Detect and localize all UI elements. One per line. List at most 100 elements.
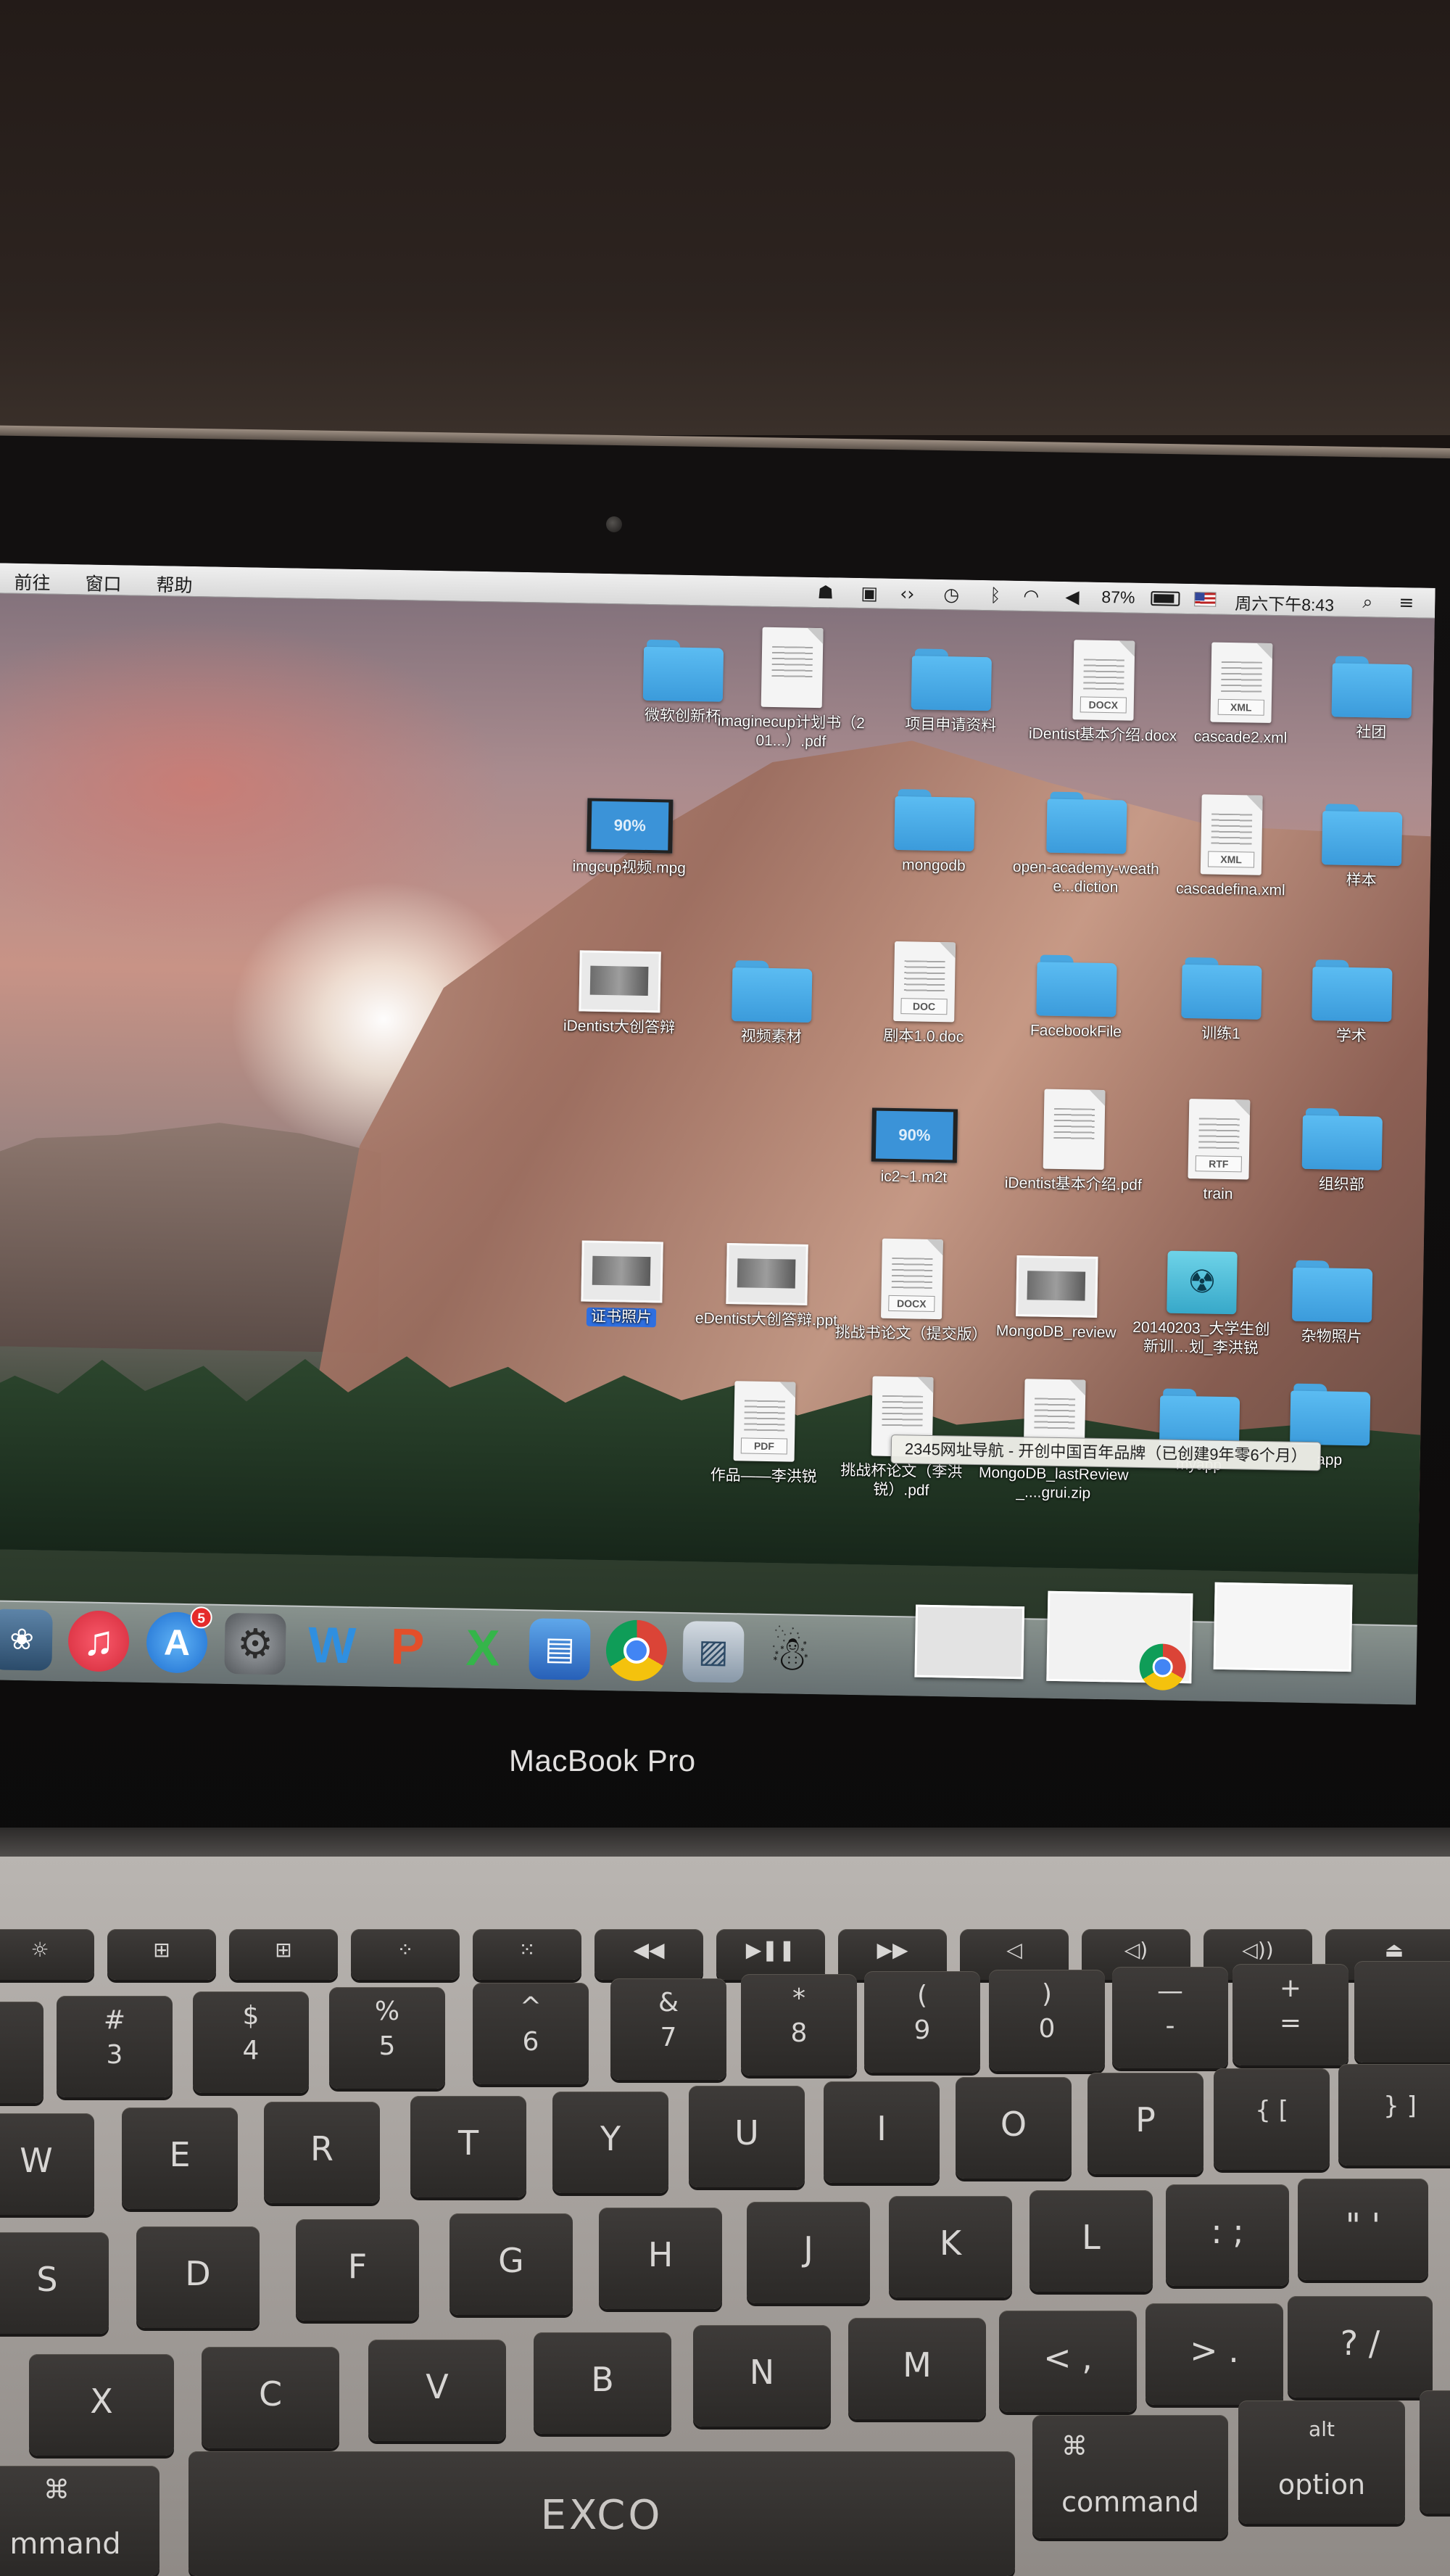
key-u[interactable]: U [689,2086,805,2187]
excel-icon[interactable]: X [452,1617,513,1678]
notification-center-icon[interactable]: ≡ [1399,592,1414,613]
key-f7[interactable]: ◀◀ [594,1929,703,1980]
menu-help[interactable]: 帮助 [156,571,193,598]
key-f[interactable]: F [296,2219,419,2321]
iphoto-icon[interactable]: ❀ [0,1609,53,1671]
key-6[interactable]: ^ 6 [473,1983,589,2084]
qq-penguin-icon[interactable]: ☃ [759,1622,821,1684]
app-store-icon[interactable]: A5 [146,1606,212,1674]
key-arrow-left[interactable] [1420,2390,1450,2514]
powerpoint-icon[interactable]: P [376,1616,438,1677]
wifi-icon[interactable]: ◠ [1023,585,1039,606]
key-x[interactable]: X [29,2354,174,2456]
key-s[interactable]: S [0,2232,109,2334]
key-t[interactable]: T [410,2096,526,2197]
desktop-item[interactable]: PDF 作品——李洪锐 [687,1380,841,1487]
desktop-item[interactable]: 组织部 [1265,1107,1419,1196]
key-minus[interactable]: — - [1112,1967,1228,2068]
key-f8[interactable]: ▶❚❚ [716,1929,825,1980]
desktop-item[interactable]: 项目申请资料 [874,648,1028,736]
key-f6[interactable]: ⁙ [473,1929,581,1980]
desktop-item[interactable]: 样本 [1285,803,1435,891]
key-c[interactable]: C [202,2347,339,2448]
word-icon[interactable]: W [301,1614,362,1676]
menu-window[interactable]: 窗口 [85,569,122,596]
bluetooth-icon[interactable]: ᛒ [990,585,1001,606]
key-b[interactable]: B [534,2332,671,2434]
key-i[interactable]: I [824,2081,940,2183]
qq-status-icon[interactable]: ☗ [817,582,834,603]
key-right-command[interactable]: ⌘ command [1032,2415,1228,2538]
key-right-bracket[interactable]: } ] [1338,2064,1450,2166]
itunes-icon[interactable]: ♫ [67,1610,130,1672]
desktop-item[interactable]: MongoDB_review [979,1255,1133,1343]
battery-percent[interactable]: 87% [1101,587,1135,608]
key-0[interactable]: ) 0 [989,1970,1105,2071]
key-d[interactable]: D [136,2226,260,2328]
key-e[interactable]: E [122,2108,238,2209]
key-h[interactable]: H [599,2208,722,2309]
key-3[interactable]: #3 [57,1996,173,2097]
key-semicolon[interactable]: : ; [1166,2184,1289,2286]
menu-go[interactable]: 前往 [14,569,51,595]
desktop-item[interactable]: eDentist大创答辩.ppt [690,1242,844,1331]
desktop-item[interactable]: 90% ic2~1.m2t [837,1107,991,1189]
battery-icon[interactable] [1151,591,1180,606]
code-icon[interactable]: ‹› [900,583,915,604]
key-w[interactable]: W [0,2113,94,2215]
key-j[interactable]: J [747,2202,870,2303]
key-9[interactable]: (9 [864,1971,980,2073]
desktop-item[interactable]: open-academy-weathe...diction [1009,791,1163,899]
stack-photo-card[interactable] [914,1604,1025,1680]
menu-extra-icon[interactable]: ▣ [861,582,878,603]
desktop-item[interactable]: mongodb [858,788,1011,877]
key-v[interactable]: V [368,2340,506,2441]
desktop-item[interactable]: 90% imgcup视频.mpg [553,798,707,879]
desktop-item[interactable]: iDentist大创答辩 [543,950,697,1039]
key-4[interactable]: $4 [193,1991,309,2093]
desktop-item[interactable]: 社团 [1295,656,1436,744]
key-y[interactable]: Y [552,2092,668,2193]
key-g[interactable]: G [450,2213,573,2315]
key-equals[interactable]: + = [1232,1964,1348,2065]
menu-clock[interactable]: 周六下午8:43 [1235,590,1334,616]
key-8[interactable]: * 8 [741,1974,857,2076]
desktop-item[interactable]: iDentist基本介绍.pdf [997,1089,1151,1196]
stack-screenshot-card[interactable] [1213,1582,1353,1672]
key-period[interactable]: > . [1146,2303,1283,2405]
key-o[interactable]: O [956,2077,1072,2179]
key-delete[interactable] [1354,1961,1450,2063]
key-r[interactable]: R [264,2102,380,2203]
desktop-item[interactable]: 视频素材 [695,959,849,1048]
desktop-item[interactable]: DOCX 挑战书论文（提交版） [834,1238,988,1345]
desktop-item[interactable]: DOC 剧本1.0.doc [848,941,1001,1048]
key-f2[interactable]: ☼ [0,1929,94,1980]
preview-icon[interactable]: ▨ [682,1621,745,1683]
key-left-command[interactable]: ⌘ mmand [0,2466,160,2576]
desktop-item[interactable]: 证书照片 [545,1240,699,1329]
key-k[interactable]: K [889,2196,1012,2298]
key-quote[interactable]: " ' [1298,2179,1428,2280]
key-p[interactable]: P [1088,2073,1204,2174]
keynote-icon[interactable]: ▤ [529,1618,591,1680]
key-l[interactable]: L [1030,2190,1153,2292]
desktop-item[interactable]: FacebookFile [1000,954,1153,1043]
key-n[interactable]: N [693,2325,831,2427]
input-source-flag-icon[interactable] [1194,592,1217,607]
key-spacebar[interactable]: EXCO [188,2451,1015,2576]
key-left-bracket[interactable]: { [ [1214,2068,1330,2170]
key-f5[interactable]: ⁘ [351,1929,460,1980]
key-comma[interactable]: < , [999,2311,1137,2412]
key-f4[interactable]: ⊞ [229,1929,338,1980]
key-slash[interactable]: ? / [1288,2296,1433,2398]
volume-icon[interactable]: ◀ [1065,586,1080,607]
desktop-item[interactable]: 学术 [1275,959,1429,1047]
key-2[interactable] [0,2002,44,2103]
key-7[interactable]: & 7 [610,1978,726,2080]
chrome-icon[interactable] [605,1619,668,1682]
key-f3[interactable]: ⊞ [107,1929,216,1980]
desktop-item[interactable]: imaginecup计划书（201...）.pdf [715,627,869,753]
desktop-item[interactable]: DOCX iDentist基本介绍.docx [1027,639,1180,746]
desktop-item[interactable]: 杂物照片 [1255,1260,1409,1348]
key-option[interactable]: alt option [1238,2400,1405,2524]
